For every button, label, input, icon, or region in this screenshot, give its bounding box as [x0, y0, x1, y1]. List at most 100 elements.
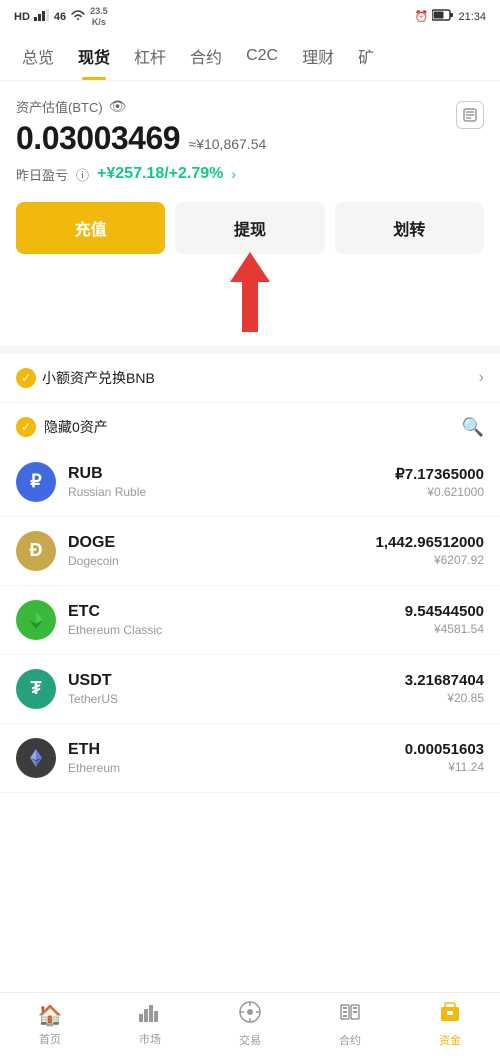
asset-header: 资产估值(BTC) 👁 0.03003469 ≈¥10,867.54	[16, 97, 484, 157]
usdt-amounts: 3.21687404 ¥20.85	[405, 672, 484, 705]
bnb-check-icon: ✓	[16, 368, 36, 388]
history-icon[interactable]	[456, 101, 484, 129]
futures-icon	[339, 1001, 361, 1029]
signal-bars	[34, 9, 50, 24]
etc-coin-icon	[16, 600, 56, 640]
status-left: HD 46 23.5K/s	[14, 6, 108, 28]
usdt-cny: ¥20.85	[405, 691, 484, 705]
asset-item-etc[interactable]: ETC Ethereum Classic 9.54544500 ¥4581.54	[0, 586, 500, 655]
home-label: 首页	[39, 1031, 61, 1047]
section-divider	[0, 346, 500, 354]
rub-info: RUB Russian Ruble	[68, 465, 395, 499]
eth-amounts: 0.00051603 ¥11.24	[405, 741, 484, 774]
eth-coin-icon	[16, 738, 56, 778]
pnl-chevron-icon[interactable]: ›	[231, 166, 236, 182]
alarm-icon: ⏰	[415, 10, 429, 23]
asset-btc-value: 0.03003469	[16, 120, 180, 156]
asset-item-usdt[interactable]: ₮ USDT TetherUS 3.21687404 ¥20.85	[0, 655, 500, 724]
asset-item-rub[interactable]: ₽ RUB Russian Ruble ₽7.17365000 ¥0.62100…	[0, 448, 500, 517]
asset-cny-value: ≈¥10,867.54	[189, 136, 267, 152]
rub-cny: ¥0.621000	[395, 485, 484, 499]
eth-amount: 0.00051603	[405, 741, 484, 758]
eth-symbol: ETH	[68, 741, 405, 759]
asset-item-eth[interactable]: ETH Ethereum 0.00051603 ¥11.24	[0, 724, 500, 793]
etc-info: ETC Ethereum Classic	[68, 603, 405, 637]
etc-symbol: ETC	[68, 603, 405, 621]
asset-label-row: 资产估值(BTC) 👁	[16, 97, 266, 116]
usdt-coin-icon: ₮	[16, 669, 56, 709]
rub-amounts: ₽7.17365000 ¥0.621000	[395, 465, 484, 499]
home-icon: 🏠	[38, 1003, 63, 1028]
lte-indicator: 46	[54, 11, 66, 23]
trade-icon	[239, 1001, 261, 1029]
hide-assets-check-icon: ✓	[16, 417, 36, 437]
doge-fullname: Dogecoin	[68, 554, 376, 568]
pnl-label: 昨日盈亏	[16, 165, 68, 184]
withdraw-button[interactable]: 提现	[175, 202, 324, 254]
funds-icon	[439, 1001, 461, 1029]
eth-info: ETH Ethereum	[68, 741, 405, 775]
transfer-button[interactable]: 划转	[335, 202, 484, 254]
trade-label: 交易	[239, 1032, 261, 1048]
tab-overview[interactable]: 总览	[10, 32, 66, 80]
nav-tabs: 总览 现货 杠杆 合约 C2C 理财 矿	[0, 32, 500, 81]
assets-filter-row: ✓ 隐藏0资产 🔍	[0, 403, 500, 448]
hide-assets-label: 隐藏0资产	[44, 417, 108, 437]
usdt-amount: 3.21687404	[405, 672, 484, 689]
status-right: ⏰ 21:34	[415, 9, 486, 24]
action-buttons: 充值 提现 划转	[16, 202, 484, 254]
search-assets-icon[interactable]: 🔍	[462, 417, 484, 438]
status-bar: HD 46 23.5K/s ⏰	[0, 0, 500, 32]
bottom-nav-futures[interactable]: 合约	[300, 995, 400, 1054]
pnl-info-icon: ⓘ	[76, 165, 89, 184]
etc-amounts: 9.54544500 ¥4581.54	[405, 603, 484, 636]
doge-coin-icon: Ð	[16, 531, 56, 571]
network-speed: 23.5K/s	[90, 6, 108, 28]
market-label: 市场	[139, 1031, 161, 1047]
doge-symbol: DOGE	[68, 534, 376, 552]
etc-cny: ¥4581.54	[405, 622, 484, 636]
asset-item-doge[interactable]: Ð DOGE Dogecoin 1,442.96512000 ¥6207.92	[0, 517, 500, 586]
bnb-chevron-icon: ›	[479, 369, 484, 387]
visibility-toggle-icon[interactable]: 👁	[109, 98, 127, 115]
asset-btc-row: 0.03003469 ≈¥10,867.54	[16, 120, 266, 157]
rub-coin-icon: ₽	[16, 462, 56, 502]
bottom-nav-trade[interactable]: 交易	[200, 995, 300, 1054]
pnl-row: 昨日盈亏 ⓘ +¥257.18/+2.79% ›	[16, 165, 484, 184]
bottom-nav-market[interactable]: 市场	[100, 996, 200, 1053]
doge-amount: 1,442.96512000	[376, 534, 484, 551]
bnb-banner-text: 小额资产兑换BNB	[42, 368, 155, 388]
main-content: 资产估值(BTC) 👁 0.03003469 ≈¥10,867.54 昨日	[0, 81, 500, 254]
tab-earn[interactable]: 理财	[290, 32, 346, 80]
asset-label-text: 资产估值(BTC)	[16, 97, 103, 116]
eth-cny: ¥11.24	[405, 760, 484, 774]
tab-mining[interactable]: 矿	[346, 32, 386, 80]
tab-futures[interactable]: 合约	[178, 32, 234, 80]
etc-fullname: Ethereum Classic	[68, 623, 405, 637]
bottom-nav-home[interactable]: 🏠 首页	[0, 997, 100, 1053]
funds-label: 资金	[439, 1032, 461, 1048]
bottom-nav: 🏠 首页 市场 交易	[0, 992, 500, 1056]
eth-fullname: Ethereum	[68, 761, 405, 775]
hide-zero-assets[interactable]: ✓ 隐藏0资产	[16, 417, 108, 437]
usdt-info: USDT TetherUS	[68, 672, 405, 706]
battery-indicator	[432, 9, 454, 24]
usdt-fullname: TetherUS	[68, 692, 405, 706]
futures-label: 合约	[339, 1032, 361, 1048]
bnb-swap-banner[interactable]: ✓ 小额资产兑换BNB ›	[0, 354, 500, 403]
usdt-symbol: USDT	[68, 672, 405, 690]
tab-margin[interactable]: 杠杆	[122, 32, 178, 80]
deposit-button[interactable]: 充值	[16, 202, 165, 254]
doge-amounts: 1,442.96512000 ¥6207.92	[376, 534, 484, 567]
tab-spot[interactable]: 现货	[66, 32, 122, 80]
etc-amount: 9.54544500	[405, 603, 484, 620]
arrow-annotation	[0, 252, 500, 332]
market-icon	[139, 1002, 161, 1028]
tab-c2c[interactable]: C2C	[234, 35, 290, 77]
wifi-icon	[70, 9, 86, 24]
bottom-nav-funds[interactable]: 资金	[400, 995, 500, 1054]
rub-amount: ₽7.17365000	[395, 465, 484, 483]
carrier-hd: HD	[14, 11, 30, 23]
pnl-value: +¥257.18/+2.79%	[97, 165, 223, 183]
rub-symbol: RUB	[68, 465, 395, 483]
